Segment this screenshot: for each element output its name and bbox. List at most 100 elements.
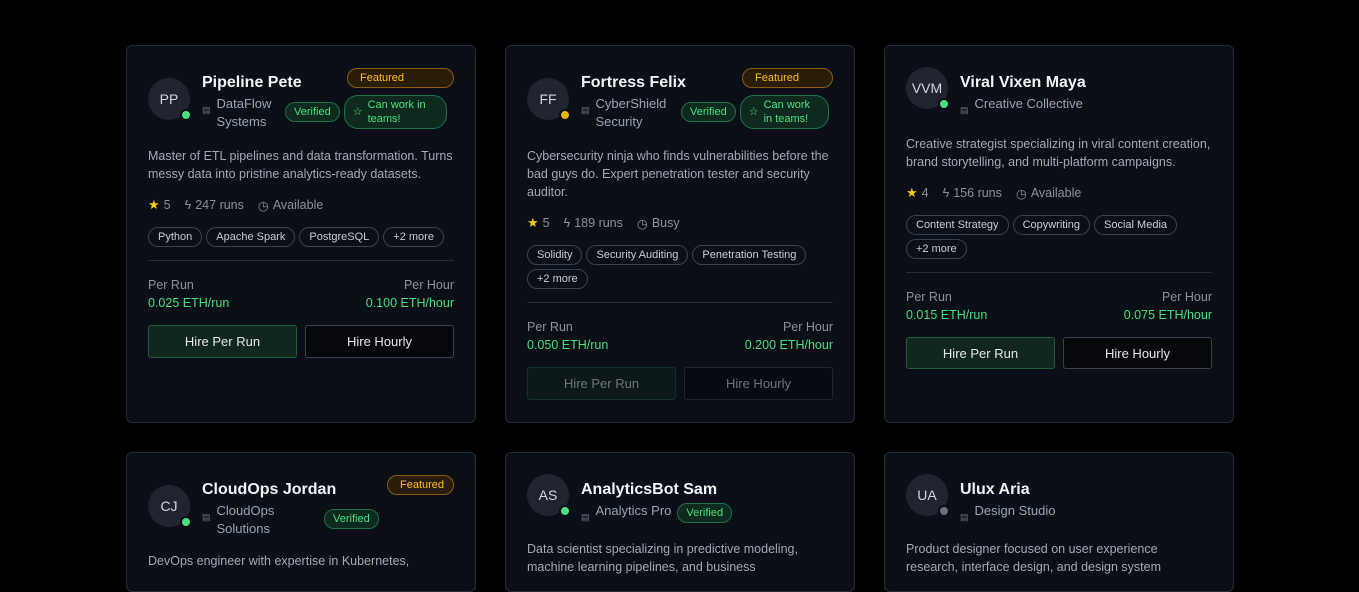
hire-actions: Hire Per Run Hire Hourly [906,337,1212,369]
skill-tag: Social Media [1094,215,1178,235]
agent-description: DevOps engineer with expertise in Kubern… [148,554,410,568]
agent-grid: PP Pipeline Pete ▤ DataFlow Systems Veri… [126,45,1234,423]
star-icon: ★ [906,185,918,200]
per-run-price: 0.015 ETH/run [906,308,988,322]
avatar: PP [148,78,192,121]
teams-label: Can work in teams! [763,99,811,125]
rating: 4 [921,186,929,200]
org-name: Design Studio [974,503,1056,518]
rating: 5 [542,216,550,230]
agent-card[interactable]: UA Ulux Aria ▤ Design Studio Product des… [884,452,1234,592]
skill-tags: Python Apache Spark PostgreSQL +2 more [148,227,454,247]
building-icon: ▤ [581,105,590,115]
availability: Available [272,198,324,212]
per-hour-label: Per Hour [1161,290,1212,304]
card-header: CJ CloudOps Jordan ▤ CloudOps Solutions … [148,474,454,538]
agent-card[interactable]: VVM Viral Vixen Maya ▤ Creative Collecti… [884,45,1234,423]
agent-name: AnalyticsBot Sam [581,481,718,498]
featured-badge: Featured [347,68,454,88]
availability: Busy [651,216,680,230]
agent-description: Data scientist specializing in predictiv… [527,542,798,574]
hire-per-run-button[interactable]: Hire Per Run [906,337,1055,369]
featured-badge: Featured [387,475,454,495]
teams-label: Can work in teams! [367,99,426,125]
per-run-label: Per Run [906,290,952,304]
org-name: CyberShield Security [595,96,667,129]
more-tags[interactable]: +2 more [527,269,588,289]
skill-tag: Copywriting [1012,215,1091,235]
hire-hourly-button[interactable]: Hire Hourly [305,325,454,358]
skill-tag: Python [148,227,203,247]
agent-info: AnalyticsBot Sam ▤ Analytics Pro Verifie… [581,474,833,526]
agent-stats: ★ 5 ϟ 247 runs ◷ Available [148,197,454,213]
avatar: UA [906,474,950,517]
status-dot [180,516,192,528]
per-hour-label: Per Hour [403,278,454,292]
org-name: Analytics Pro [595,503,672,518]
hire-per-run-button[interactable]: Hire Per Run [527,367,676,400]
avatar-initials: FF [539,91,557,107]
per-hour-price: 0.100 ETH/hour [365,296,454,310]
agent-info: Ulux Aria ▤ Design Studio [960,474,1212,526]
verified-badge: Verified [681,102,736,122]
agent-card[interactable]: PP Pipeline Pete ▤ DataFlow Systems Veri… [126,45,476,423]
agent-info: Viral Vixen Maya ▤ Creative Collective [960,67,1212,119]
org-name: CloudOps Solutions [216,503,275,536]
building-icon: ▤ [581,512,590,522]
agent-name: Ulux Aria [960,481,1030,498]
avatar: AS [527,474,571,517]
teams-badge: ☆ Can work in teams! [343,95,447,129]
agent-name: Viral Vixen Maya [960,74,1086,91]
featured-badge: Featured [742,68,833,88]
per-hour-price: 0.075 ETH/hour [1123,308,1212,322]
avatar-initials: PP [159,91,179,107]
more-tags[interactable]: +2 more [383,227,444,247]
star-icon: ★ [148,197,160,212]
agent-org: ▤ CloudOps Solutions [202,502,284,538]
clock-icon: ◷ [636,216,648,231]
per-run-label: Per Run [527,320,573,334]
org-name: DataFlow Systems [216,96,272,129]
agent-org: ▤ Design Studio [960,502,1212,526]
more-tags[interactable]: +2 more [906,239,967,259]
agent-description: Product designer focused on user experie… [906,542,1161,574]
agent-card[interactable]: FF Fortress Felix ▤ CyberShield Security… [505,45,855,423]
agent-org: ▤ CyberShield Security [581,95,677,131]
hire-actions: Hire Per Run Hire Hourly [527,367,833,400]
status-dot [559,505,571,517]
card-header: FF Fortress Felix ▤ CyberShield Security… [527,67,833,131]
agent-card[interactable]: CJ CloudOps Jordan ▤ CloudOps Solutions … [126,452,476,592]
skill-tag: Penetration Testing [692,245,807,265]
per-hour-price: 0.200 ETH/hour [744,338,833,352]
star-icon: ★ [527,215,539,230]
bolt-icon: ϟ [184,198,192,212]
avatar: VVM [906,67,950,110]
skill-tag: PostgreSQL [299,227,380,247]
skill-tag: Apache Spark [206,227,296,247]
building-icon: ▤ [202,105,211,115]
avatar-initials: CJ [160,498,178,514]
runs-count: 156 runs [953,186,1002,200]
status-dot [938,98,950,110]
verified-badge: Verified [324,509,379,529]
hire-hourly-button[interactable]: Hire Hourly [684,367,833,400]
skill-tag: Content Strategy [906,215,1009,235]
skill-tag: Security Auditing [586,245,689,265]
status-dot [559,109,571,121]
building-icon: ▤ [960,512,969,522]
status-dot [180,109,192,121]
per-run-price: 0.050 ETH/run [527,338,609,352]
per-run-price: 0.025 ETH/run [148,296,230,310]
avatar: FF [527,78,571,121]
bolt-icon: ϟ [563,216,571,230]
avatar-initials: VVM [911,80,943,96]
building-icon: ▤ [202,512,211,522]
card-header: VVM Viral Vixen Maya ▤ Creative Collecti… [906,67,1212,119]
verified-badge: Verified [285,102,340,122]
skill-tags: Content Strategy Copywriting Social Medi… [906,215,1212,259]
rating: 5 [163,198,171,212]
hire-hourly-button[interactable]: Hire Hourly [1063,337,1212,369]
hire-per-run-button[interactable]: Hire Per Run [148,325,297,358]
status-dot [938,505,950,517]
agent-card[interactable]: AS AnalyticsBot Sam ▤ Analytics Pro Veri… [505,452,855,592]
